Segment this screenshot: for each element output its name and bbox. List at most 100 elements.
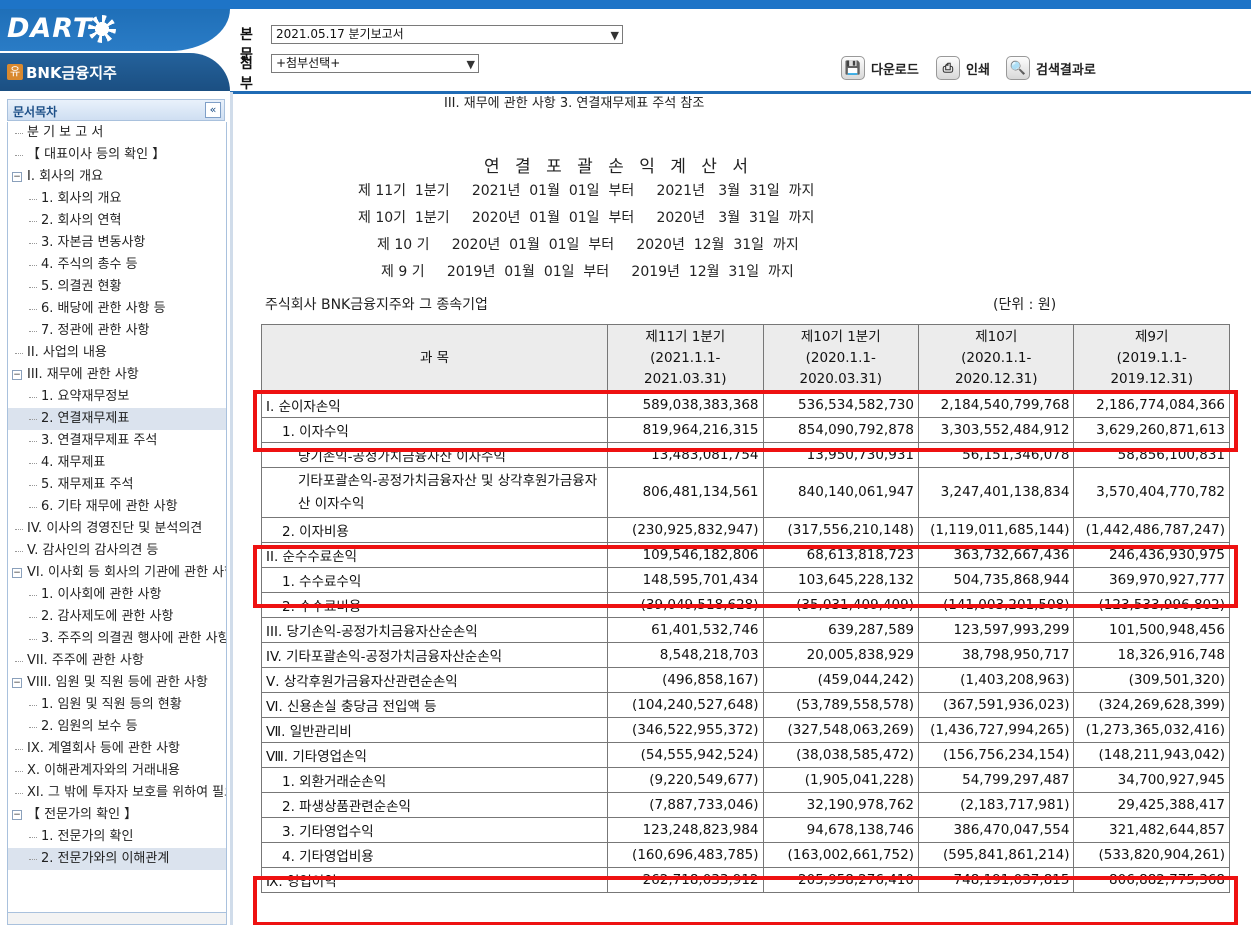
- amount-cell: 321,482,644,857: [1073, 817, 1230, 843]
- row-label: 2. 이자비용: [260, 517, 609, 543]
- main-doc-select[interactable]: 2021.05.17 분기보고서 ▼: [271, 25, 623, 44]
- sidebar-item[interactable]: 5. 의결권 현황: [8, 276, 226, 298]
- sidebar-item[interactable]: − III. 재무에 관한 사항: [8, 364, 226, 386]
- sidebar-item[interactable]: 2. 임원의 보수 등: [8, 716, 226, 738]
- amount-cell: 589,038,383,368: [607, 392, 764, 418]
- column-header: 제11기 1분기 (2021.1.1-2021.03.31): [607, 324, 764, 393]
- dart-logo[interactable]: DART: [7, 13, 92, 44]
- section-reference: III. 재무에 관한 사항 3. 연결재무제표 주석 참조: [444, 96, 705, 111]
- sidebar-item-label: VI. 이사회 등 회사의 기관에 관한 사항: [27, 565, 226, 580]
- sidebar-scrollbar[interactable]: [7, 912, 227, 925]
- sidebar-item[interactable]: IX. 계열회사 등에 관한 사항: [8, 738, 226, 760]
- logo-banner[interactable]: DART: [0, 9, 230, 51]
- tree-connector: [29, 859, 37, 860]
- tree-toggle-icon[interactable]: −: [12, 568, 22, 578]
- sidebar-item[interactable]: IV. 이사의 경영진단 및 분석의견: [8, 518, 226, 540]
- tree-toggle-icon[interactable]: −: [12, 678, 22, 688]
- sidebar-item[interactable]: 3. 연결재무제표 주석: [8, 430, 226, 452]
- row-label: Ⅷ. 기타영업손익: [260, 742, 609, 768]
- sidebar-item[interactable]: − I. 회사의 개요: [8, 166, 226, 188]
- chevron-down-icon: ▼: [610, 29, 619, 42]
- sidebar-item[interactable]: II. 사업의 내용: [8, 342, 226, 364]
- sidebar-item-label: 【 대표이사 등의 확인 】: [27, 147, 166, 162]
- row-label: Ⅸ. 영업이익: [260, 867, 609, 893]
- collapse-icon[interactable]: «: [205, 102, 221, 118]
- sidebar-item[interactable]: 2. 전문가와의 이해관계: [8, 848, 226, 870]
- column-header: 제10기 (2020.1.1-2020.12.31): [917, 324, 1075, 393]
- sidebar-item[interactable]: 1. 회사의 개요: [8, 188, 226, 210]
- download-button[interactable]: 💾 다운로드: [841, 56, 919, 80]
- sidebar-item[interactable]: 분 기 보 고 서: [8, 122, 226, 144]
- sidebar-item[interactable]: 7. 정관에 관한 사항: [8, 320, 226, 342]
- tree-connector: [29, 727, 37, 728]
- download-label: 다운로드: [871, 62, 919, 78]
- sidebar-item-label: 2. 회사의 연혁: [41, 213, 122, 228]
- tree-connector: [15, 551, 23, 552]
- sidebar-item[interactable]: 3. 자본금 변동사항: [8, 232, 226, 254]
- amount-cell: (1,273,365,032,416): [1073, 717, 1230, 743]
- tree-toggle-icon[interactable]: −: [12, 172, 22, 182]
- amount-cell: (123,533,996,802): [1073, 592, 1230, 618]
- sidebar-item[interactable]: 6. 기타 재무에 관한 사항: [8, 496, 226, 518]
- sidebar-item-label: 1. 전문가의 확인: [41, 829, 134, 844]
- reporting-entity: 주식회사 BNK금융지주와 그 종속기업: [265, 297, 488, 313]
- amount-cell: 123,248,823,984: [607, 817, 764, 843]
- search-icon: 🔍: [1006, 56, 1030, 80]
- sidebar-item-label: 3. 연결재무제표 주석: [41, 433, 158, 448]
- amount-cell: (1,119,011,685,144): [917, 517, 1075, 543]
- toc-title: 문서목차: [13, 105, 58, 119]
- amount-cell: 56,151,346,078: [917, 442, 1075, 468]
- amount-cell: 363,732,667,436: [917, 542, 1075, 568]
- attach-select[interactable]: +첨부선택+ ▼: [271, 54, 479, 73]
- table-row: Ⅴ. 상각후원가금융자산관련순손익 (496,858,167) (459,044,2…: [260, 667, 1230, 693]
- logo-wheel-icon: [88, 15, 116, 43]
- tree-toggle-icon[interactable]: −: [12, 370, 22, 380]
- sidebar-item[interactable]: 4. 주식의 총수 등: [8, 254, 226, 276]
- company-bar: 유 BNK금융지주: [0, 53, 230, 91]
- amount-cell: 819,964,216,315: [607, 417, 764, 443]
- tree-connector: [15, 353, 23, 354]
- sidebar-item[interactable]: VII. 주주에 관한 사항: [8, 650, 226, 672]
- amount-cell: (1,905,041,228): [762, 767, 920, 793]
- amount-cell: 854,090,792,878: [762, 417, 920, 443]
- save-icon: 💾: [841, 56, 865, 80]
- sidebar-item[interactable]: 2. 감사제도에 관한 사항: [8, 606, 226, 628]
- sidebar-item[interactable]: 【 대표이사 등의 확인 】: [8, 144, 226, 166]
- print-button[interactable]: ⎙ 인쇄: [936, 56, 990, 80]
- sidebar-item[interactable]: 2. 연결재무제표: [8, 408, 226, 430]
- amount-cell: (1,403,208,963): [917, 667, 1075, 693]
- sidebar-item[interactable]: V. 감사인의 감사의견 등: [8, 540, 226, 562]
- sidebar-item-label: 1. 임원 및 직원 등의 현황: [41, 697, 182, 712]
- sidebar-item[interactable]: 2. 회사의 연혁: [8, 210, 226, 232]
- tree-connector: [29, 485, 37, 486]
- table-row: Ⅵ. 신용손실 충당금 전입액 등 (104,240,527,648) (53,78…: [260, 692, 1230, 718]
- sidebar-item[interactable]: 1. 요약재무정보: [8, 386, 226, 408]
- chevron-down-icon: ▼: [466, 58, 475, 71]
- sidebar-item[interactable]: XI. 그 밖에 투자자 보호를 위하여 필요한 사항: [8, 782, 226, 804]
- sidebar-item[interactable]: − 【 전문가의 확인 】: [8, 804, 226, 826]
- document-viewer[interactable]: III. 재무에 관한 사항 3. 연결재무제표 주석 참조 연 결 포 괄 손…: [236, 94, 1251, 925]
- column-header-line: (2021.1.1-2021.03.31): [644, 350, 727, 387]
- tree-connector: [29, 507, 37, 508]
- table-row: 3. 기타영업수익 123,248,823,984 94,678,138,746 38…: [260, 817, 1230, 843]
- amount-cell: 94,678,138,746: [762, 817, 920, 843]
- amount-cell: 262,718,033,912: [607, 867, 764, 893]
- sidebar-item[interactable]: 6. 배당에 관한 사항 등: [8, 298, 226, 320]
- sidebar-item-label: V. 감사인의 감사의견 등: [27, 543, 159, 558]
- sidebar-item[interactable]: 1. 이사회에 관한 사항: [8, 584, 226, 606]
- amount-cell: (7,887,733,046): [607, 792, 764, 818]
- search-results-button[interactable]: 🔍 검색결과로: [1006, 56, 1096, 80]
- sidebar-item[interactable]: 3. 주주의 의결권 행사에 관한 사항: [8, 628, 226, 650]
- amount-cell: 840,140,061,947: [762, 467, 920, 518]
- sidebar-item[interactable]: X. 이해관계자와의 거래내용: [8, 760, 226, 782]
- sidebar-item[interactable]: − VIII. 임원 및 직원 등에 관한 사항: [8, 672, 226, 694]
- sidebar-item[interactable]: 1. 전문가의 확인: [8, 826, 226, 848]
- sidebar-item[interactable]: 4. 재무제표: [8, 452, 226, 474]
- sidebar-item[interactable]: − VI. 이사회 등 회사의 기관에 관한 사항: [8, 562, 226, 584]
- amount-cell: (230,925,832,947): [607, 517, 764, 543]
- tree-toggle-icon[interactable]: −: [12, 810, 22, 820]
- row-label: 3. 기타영업수익: [260, 817, 609, 843]
- sidebar-item[interactable]: 5. 재무제표 주석: [8, 474, 226, 496]
- sidebar-item[interactable]: 1. 임원 및 직원 등의 현황: [8, 694, 226, 716]
- sidebar-item-label: III. 재무에 관한 사항: [27, 367, 139, 382]
